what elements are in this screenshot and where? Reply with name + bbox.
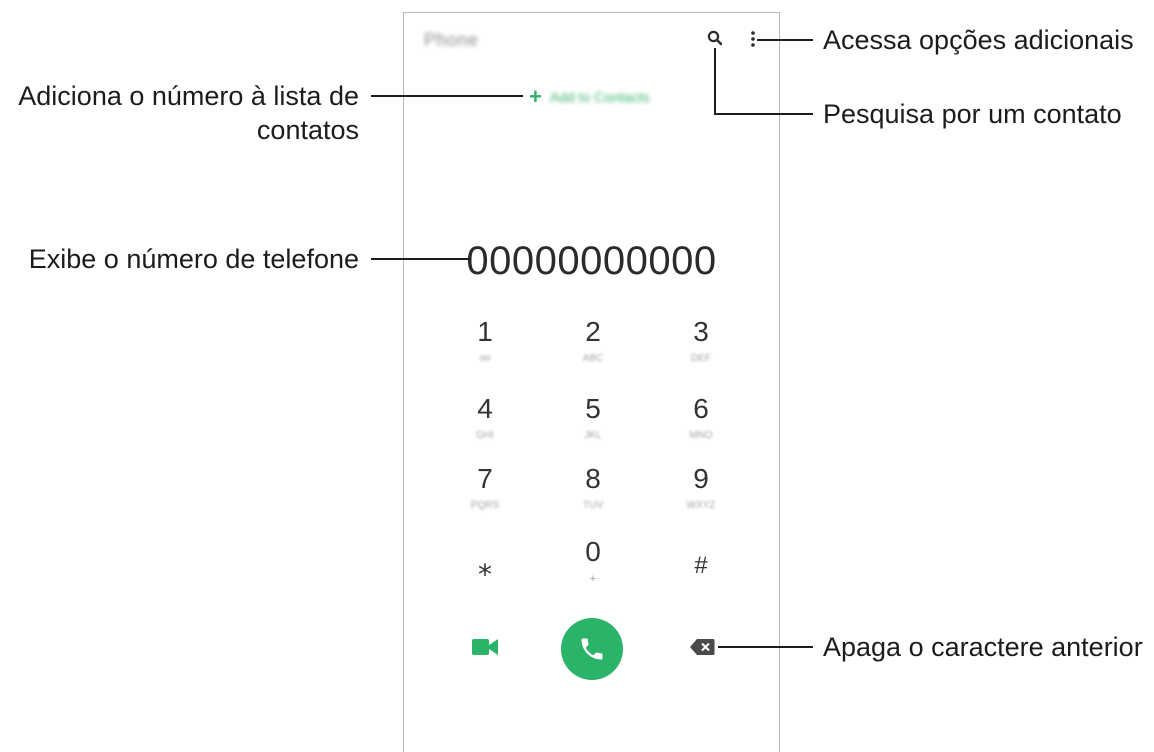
key-letters: TUV [583, 500, 603, 511]
phone-dialer-screen: Phone + Add to Contacts 00000000000 1 oo… [403, 12, 780, 752]
callout-search: Pesquisa por um contato [823, 99, 1122, 129]
key-letters: PQRS [470, 500, 500, 511]
phone-icon [581, 638, 603, 660]
key-digit: 9 [693, 463, 709, 494]
backspace-icon [690, 639, 715, 655]
key-4[interactable]: 4 GHI [435, 392, 535, 456]
key-1[interactable]: 1 oo [435, 315, 535, 379]
callout-line-more-options [757, 39, 813, 41]
key-7[interactable]: 7 PQRS [435, 462, 535, 526]
call-button[interactable] [561, 618, 623, 680]
key-asterisk[interactable]: ⁎ [435, 549, 535, 613]
callout-more-options: Acessa opções adicionais [823, 25, 1134, 55]
callout-add-contact-line1: Adiciona o número à lista de [18, 81, 359, 111]
key-digit: 8 [585, 463, 601, 494]
key-2[interactable]: 2 ABC [543, 315, 643, 379]
key-letters: GHI [476, 430, 494, 441]
key-5[interactable]: 5 JKL [543, 392, 643, 456]
plus-icon: + [529, 84, 542, 109]
key-letters: JKL [584, 430, 602, 441]
callout-line-search-horizontal [714, 113, 813, 115]
callout-line-backspace [718, 646, 813, 648]
key-digit: 0 [585, 536, 601, 567]
key-digit: 1 [477, 316, 493, 347]
key-letters: DEF [691, 353, 711, 364]
callout-line-search-vertical [714, 48, 716, 115]
more-options-icon[interactable] [750, 30, 756, 53]
backspace-button[interactable] [689, 638, 715, 661]
callout-add-contact-line2: contatos [256, 115, 359, 145]
key-digit: 4 [477, 393, 493, 424]
key-letters: MNO [689, 430, 713, 441]
key-letters: ABC [582, 353, 604, 364]
key-digit: # [694, 552, 708, 579]
app-title: Phone [424, 30, 479, 50]
phone-number-display: 00000000000 [466, 239, 717, 283]
key-0[interactable]: 0 + [543, 535, 643, 599]
video-call-button[interactable] [471, 637, 499, 662]
callout-line-number [371, 258, 471, 260]
key-3[interactable]: 3 DEF [651, 315, 751, 379]
callout-line-add-contact [371, 95, 523, 97]
key-digit: 7 [477, 463, 493, 494]
key-digit: 5 [585, 393, 601, 424]
key-6[interactable]: 6 MNO [651, 392, 751, 456]
key-digit: 6 [693, 393, 709, 424]
callout-display-number: Exibe o número de telefone [28, 244, 359, 274]
callout-backspace: Apaga o caractere anterior [823, 632, 1143, 662]
video-camera-icon [472, 639, 498, 655]
key-letters: WXYZ [686, 500, 716, 511]
key-digit: 2 [585, 316, 601, 347]
add-to-contacts-button[interactable]: + Add to Contacts [529, 85, 649, 109]
voicemail-icon: oo [479, 353, 491, 364]
key-8[interactable]: 8 TUV [543, 462, 643, 526]
key-plus-sign: + [589, 573, 597, 585]
key-digit: ⁎ [478, 550, 492, 581]
key-digit: 3 [693, 316, 709, 347]
key-9[interactable]: 9 WXYZ [651, 462, 751, 526]
key-hash[interactable]: # [651, 549, 751, 613]
add-to-contacts-label: Add to Contacts [549, 89, 650, 105]
